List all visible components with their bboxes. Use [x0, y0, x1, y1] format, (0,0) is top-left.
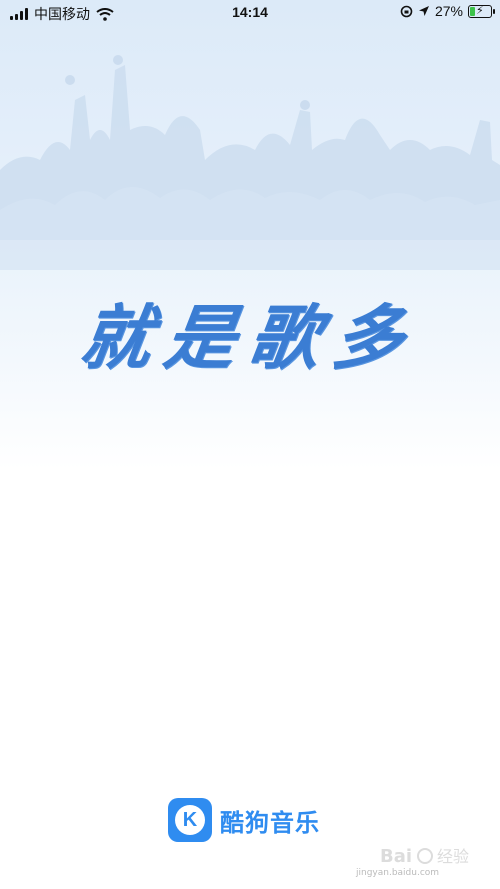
logo-letter: K: [175, 805, 205, 835]
svg-text:经验: 经验: [437, 847, 469, 866]
watermark-url: jingyan.baidu.com: [356, 868, 440, 878]
splash-slogan: 就是歌多: [75, 296, 424, 379]
baidu-watermark-logo: Bai 经验: [380, 846, 469, 867]
location-arrow-icon: [418, 6, 429, 16]
app-name: 酷狗音乐: [220, 809, 320, 837]
status-right: 27% ⚡: [400, 3, 495, 19]
charging-bolt-icon: ⚡: [476, 4, 484, 17]
battery-percent: 27%: [434, 3, 463, 19]
status-bar: 中国移动 14:14 27% ⚡: [0, 0, 500, 26]
battery-level-fill: [470, 6, 475, 16]
battery-icon: ⚡: [468, 4, 495, 18]
lock-rotation-icon: [400, 5, 413, 17]
app-brand: K 酷狗音乐: [168, 798, 320, 842]
crowd-silhouette-image: [0, 55, 500, 270]
kugou-logo-icon: K: [168, 798, 212, 842]
splash-screen: 中国移动 14:14 27% ⚡ 就是歌多 K 酷狗音乐 Bai 经验 jing…: [0, 0, 500, 889]
svg-text:Bai: Bai: [380, 846, 412, 867]
